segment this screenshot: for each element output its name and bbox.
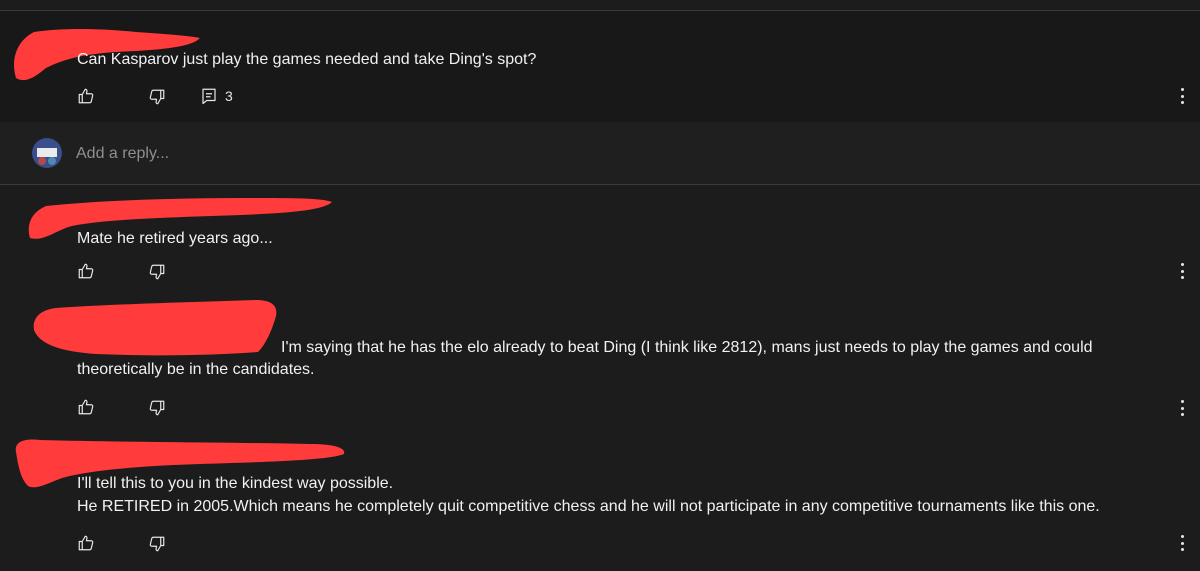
comment-icon[interactable] — [200, 87, 218, 105]
comment-thread: Can Kasparov just play the games needed … — [0, 0, 1200, 571]
reply-count[interactable]: 3 — [225, 87, 233, 105]
redacted-avatar-and-name — [26, 296, 286, 358]
reply-text: theoretically be in the candidates. — [77, 361, 315, 378]
reply-text: I'll tell this to you in the kindest way… — [77, 475, 394, 492]
more-vert-icon[interactable] — [1179, 535, 1185, 551]
thumbs-down-icon[interactable] — [148, 263, 166, 281]
reply-text: Mate he retired years ago... — [77, 230, 273, 247]
thumbs-down-icon[interactable] — [148, 88, 166, 106]
more-vert-icon[interactable] — [1179, 263, 1185, 279]
thumbs-down-icon[interactable] — [148, 535, 166, 553]
divider — [0, 184, 1200, 185]
reply-text: He RETIRED in 2005.Which means he comple… — [77, 498, 1100, 515]
thumbs-down-icon[interactable] — [148, 399, 166, 417]
avatar — [32, 138, 62, 168]
more-vert-icon[interactable] — [1179, 400, 1185, 416]
thumbs-up-icon[interactable] — [77, 398, 95, 416]
comment-text: Can Kasparov just play the games needed … — [77, 51, 537, 68]
thumbs-up-icon[interactable] — [77, 534, 95, 552]
thumbs-up-icon[interactable] — [77, 87, 95, 105]
reply-input-bar — [0, 122, 1200, 184]
reply-input[interactable]: Add a reply... — [76, 144, 169, 164]
thumbs-up-icon[interactable] — [77, 262, 95, 280]
reply-text: I'm saying that he has the elo already t… — [281, 339, 1093, 356]
more-vert-icon[interactable] — [1179, 88, 1185, 104]
